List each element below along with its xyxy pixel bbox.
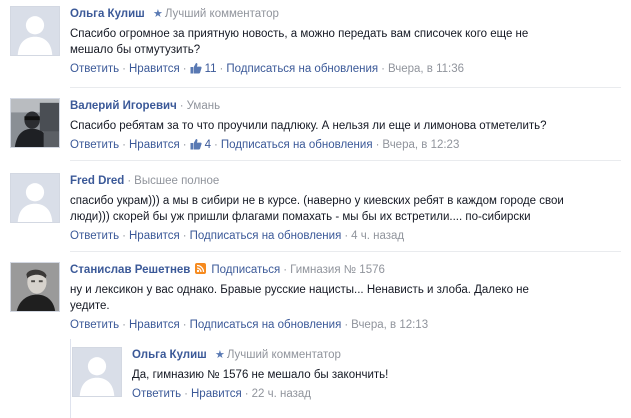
comment-item: Fred Dred · Высшее полное спасибо укрaм)))… (0, 173, 631, 243)
divider (70, 251, 621, 252)
subscribe-link[interactable]: Подписаться на обновления (190, 230, 342, 242)
default-avatar-icon[interactable] (10, 173, 60, 223)
comment-item: Станислав Решетнев Подписаться · Гимназия №… (0, 262, 631, 334)
reply-link[interactable]: Ответить (70, 319, 119, 331)
default-avatar-icon[interactable] (10, 6, 60, 56)
comment-author[interactable]: Fred Dred (70, 175, 124, 187)
like-link[interactable]: Нравится (129, 319, 180, 331)
comment-author[interactable]: Валерий Игоревич (70, 100, 177, 112)
comment-timestamp[interactable]: 4 ч. назад (351, 230, 404, 242)
like-count[interactable]: 11 (190, 63, 217, 75)
divider (70, 160, 621, 161)
like-link[interactable]: Нравится (129, 230, 180, 242)
comment-author[interactable]: Ольга Кулиш (132, 349, 207, 361)
user-photo-icon[interactable] (10, 262, 60, 312)
star-icon: ★ (152, 8, 163, 20)
user-photo-icon[interactable] (10, 98, 60, 148)
comment-text: спасибо укрaм))) а мы в сибири не в курс… (70, 195, 564, 223)
thumbs-up-icon (190, 63, 202, 74)
rss-icon (195, 263, 207, 274)
divider (70, 87, 621, 88)
author-badge: Лучший комментатор (164, 8, 279, 20)
comment-timestamp[interactable]: Вчера, в 12:13 (351, 319, 428, 331)
subscribe-author-link[interactable]: Подписаться (211, 264, 280, 276)
comment-author[interactable]: Ольга Кулиш (70, 8, 145, 20)
comment-text: Спасибо огромное за приятную новость, а … (70, 28, 529, 56)
author-location: Высшее полное (134, 175, 220, 187)
reply-link[interactable]: Ответить (70, 139, 119, 151)
star-icon: ★ (214, 349, 225, 361)
comment-timestamp[interactable]: 22 ч. назад (252, 388, 311, 400)
author-location: Умань (186, 100, 221, 112)
reply-link[interactable]: Ответить (70, 230, 119, 242)
comment-item: Валерий Игоревич · Умань Спасибо ребятам з… (0, 98, 631, 156)
default-avatar-icon[interactable] (72, 347, 122, 397)
comment-text: Спасибо ребятам за то что проучили падлю… (70, 120, 547, 132)
subscribe-link[interactable]: Подписаться на обновления (226, 63, 378, 75)
reply-link[interactable]: Ответить (70, 63, 119, 75)
comment-author[interactable]: Станислав Решетнев (70, 264, 190, 276)
thumbs-up-icon (190, 139, 202, 150)
subscribe-link[interactable]: Подписаться на обновления (221, 139, 373, 151)
like-link[interactable]: Нравится (129, 63, 180, 75)
comment-timestamp[interactable]: Вчера, в 12:23 (382, 139, 459, 151)
like-count[interactable]: 4 (190, 139, 211, 151)
comment-text: Да, гимназию № 1576 не мешало бы закончи… (132, 369, 389, 381)
like-count-value: 11 (204, 63, 217, 75)
reply-item: Ольга Кулиш ★ Лучший комментатор Да, гимн… (0, 347, 631, 413)
like-link[interactable]: Нравится (191, 388, 242, 400)
comment-timestamp[interactable]: Вчера, в 11:36 (388, 63, 464, 75)
author-location: Гимназия № 1576 (290, 264, 385, 276)
like-link[interactable]: Нравится (129, 139, 180, 151)
reply-link[interactable]: Ответить (132, 388, 181, 400)
comment-text: ну и лексикон у вас однако. Бравые русск… (70, 284, 529, 312)
subscribe-link[interactable]: Подписаться на обновления (190, 319, 342, 331)
author-badge: Лучший комментатор (226, 349, 341, 361)
comment-item: Ольга Кулиш ★ Лучший комментатор Спасибо … (0, 6, 631, 82)
